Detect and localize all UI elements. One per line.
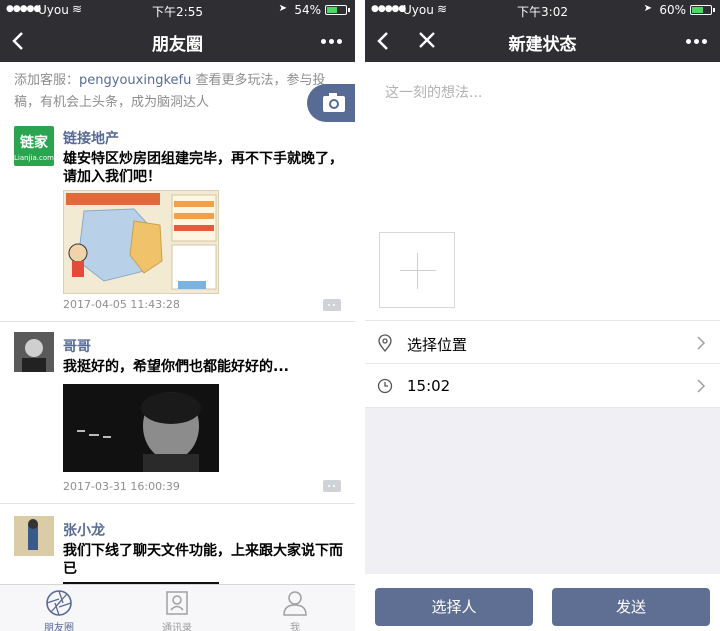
compose-area: 这一刻的想法... — [365, 62, 720, 320]
post-text: 雄安特区炒房团组建完毕，再不下手就晚了，请加入我们吧！ — [63, 151, 343, 185]
moment-post: 张小龙 我们下线了聊天文件功能，上来跟大家说下而已 — [0, 504, 355, 584]
battery-percent: 60% — [659, 3, 686, 17]
status-bar: ●●●●● Uyou ≋ 下午2:55 ➤ 54% — [0, 0, 355, 20]
screen-divider — [355, 0, 365, 631]
battery-percent: 54% — [294, 3, 321, 17]
post-timestamp: 2017-03-31 16:00:39 — [63, 480, 180, 493]
more-icon[interactable] — [321, 39, 343, 45]
location-pin-icon — [378, 334, 392, 352]
moment-post: 哥哥 我挺好的，希望你們也都能好好的... 2017-03-31 16:00:3… — [0, 322, 355, 504]
clock-icon — [377, 378, 393, 394]
camera-icon — [323, 93, 345, 112]
avatar[interactable] — [14, 516, 54, 556]
send-button[interactable]: 发送 — [552, 588, 710, 626]
nav-bar: 朋友圈 — [0, 20, 355, 62]
chevron-right-icon — [697, 336, 706, 350]
post-author[interactable]: 链接地产 — [63, 128, 119, 148]
avatar-logo-text: 链家 — [20, 135, 48, 151]
chevron-right-icon — [697, 379, 706, 393]
moments-feed[interactable]: 添加客服：pengyouxingkefu 查看更多玩法，参与投稿，有机会上头条，… — [0, 62, 355, 584]
location-arrow-icon: ➤ — [643, 3, 652, 14]
post-map-image[interactable] — [63, 190, 219, 294]
nav-bar: 新建状态 — [365, 20, 720, 62]
location-label: 选择位置 — [407, 336, 468, 354]
avatar[interactable]: 链家 Lianjia.com — [14, 126, 54, 166]
tab-label: 通讯录 — [162, 623, 192, 631]
location-arrow-icon: ➤ — [278, 3, 287, 14]
promo-notice: 添加客服：pengyouxingkefu 查看更多玩法，参与投稿，有机会上头条，… — [14, 70, 334, 114]
page-title: 新建状态 — [508, 35, 577, 55]
battery-icon — [325, 5, 350, 15]
avatar[interactable] — [14, 332, 54, 372]
moments-screen: ●●●●● Uyou ≋ 下午2:55 ➤ 54% 朋友圈 添加客服：pengy… — [0, 0, 355, 631]
more-icon[interactable] — [686, 39, 708, 45]
avatar-logo-subtext: Lianjia.com — [14, 154, 54, 162]
moment-post: 链家 Lianjia.com 链接地产 雄安特区炒房团组建完毕，再不下手就晚了，… — [0, 126, 355, 322]
add-photo-button[interactable] — [379, 232, 455, 308]
action-bar: 选择人 发送 — [365, 574, 720, 631]
tab-moments[interactable]: 朋友圈 — [0, 585, 118, 631]
status-text-input[interactable]: 这一刻的想法... — [385, 82, 482, 102]
post-text: 我们下线了聊天文件功能，上来跟大家说下而已 — [63, 543, 343, 577]
contacts-icon — [166, 591, 188, 615]
battery-icon — [690, 5, 715, 15]
post-author[interactable]: 张小龙 — [63, 520, 105, 540]
tab-contacts[interactable]: 通讯录 — [118, 585, 236, 631]
person-icon — [283, 591, 307, 616]
tab-me[interactable]: 我 — [236, 585, 354, 631]
comment-action-icon[interactable] — [323, 480, 341, 492]
aperture-icon — [46, 590, 72, 616]
post-text: 我挺好的，希望你們也都能好好的... — [63, 359, 289, 375]
notice-account-link[interactable]: pengyouxingkefu — [79, 73, 191, 88]
camera-button[interactable] — [307, 84, 355, 122]
time-row[interactable]: 15:02 — [365, 364, 720, 408]
post-photo[interactable] — [63, 384, 219, 472]
post-author[interactable]: 哥哥 — [63, 336, 91, 356]
tab-label: 朋友圈 — [44, 623, 74, 631]
select-location-row[interactable]: 选择位置 — [365, 320, 720, 364]
new-status-screen: ●●●●● Uyou ≋ 下午3:02 ➤ 60% 新建状态 这一刻的想法...… — [365, 0, 720, 631]
tab-bar: 朋友圈 通讯录 我 — [0, 584, 355, 631]
comment-action-icon[interactable] — [323, 299, 341, 311]
notice-prefix: 添加客服： — [14, 73, 80, 88]
post-timestamp: 2017-04-05 11:43:28 — [63, 298, 180, 311]
status-bar: ●●●●● Uyou ≋ 下午3:02 ➤ 60% — [365, 0, 720, 20]
page-title: 朋友圈 — [152, 35, 203, 55]
choose-people-button[interactable]: 选择人 — [375, 588, 533, 626]
tab-label: 我 — [290, 623, 300, 631]
time-label: 15:02 — [407, 377, 451, 395]
